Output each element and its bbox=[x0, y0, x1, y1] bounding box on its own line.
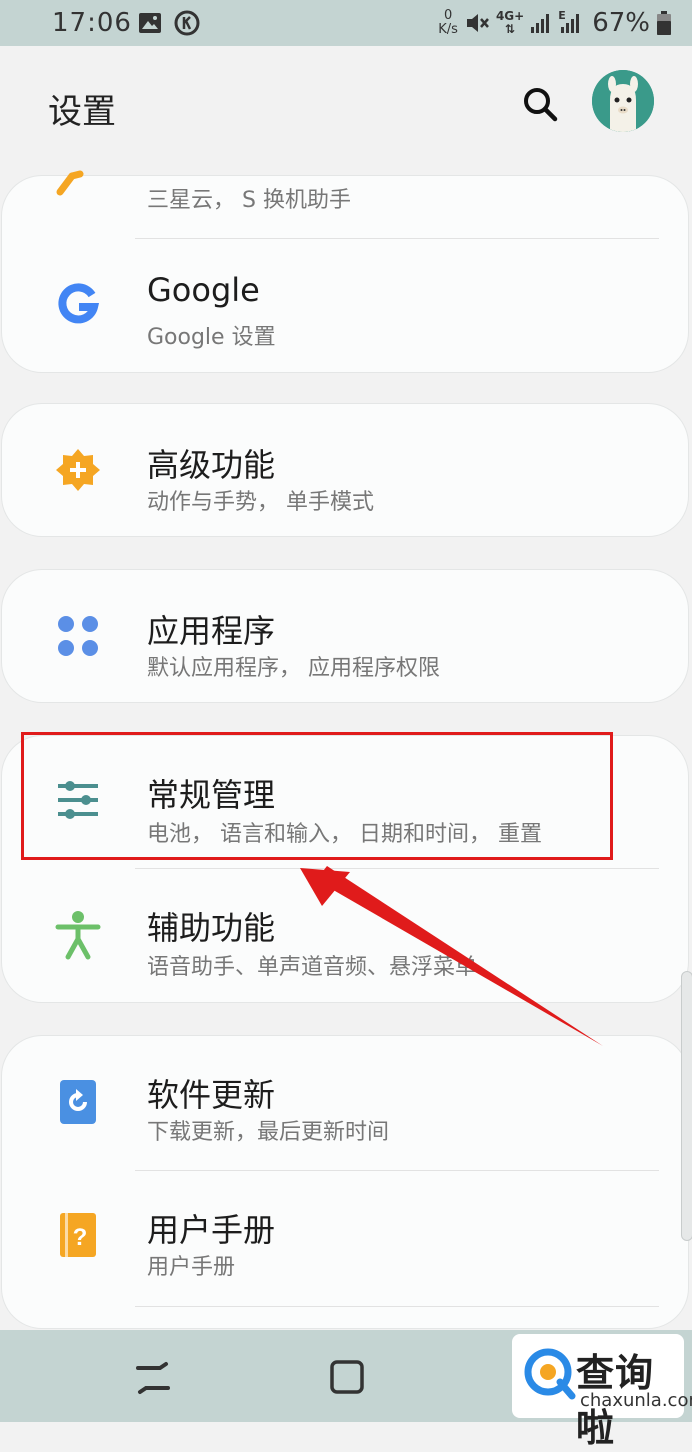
settings-row-apps-subtitle: 默认应用程序， 应用程序权限 bbox=[147, 656, 440, 681]
apps-icon bbox=[58, 616, 98, 656]
google-icon bbox=[58, 283, 100, 324]
alpaca-avatar-icon[interactable] bbox=[592, 70, 654, 132]
home-button-icon[interactable] bbox=[330, 1360, 364, 1394]
settings-row-google-subtitle: Google 设置 bbox=[147, 325, 276, 350]
settings-row-accessibility-subtitle: 语音助手、单声道音频、悬浮菜单 bbox=[147, 955, 478, 980]
network-speed-value: 0 bbox=[443, 8, 453, 23]
settings-card-accounts: 三星云， S 换机助手 Google Google 设置 bbox=[2, 170, 688, 372]
watermark-domain: chaxunla.com bbox=[580, 1390, 692, 1411]
settings-row-user-manual-title: 用户手册 bbox=[147, 1211, 276, 1249]
settings-row-advanced-title: 高级功能 bbox=[147, 446, 276, 484]
battery-percent: 67% bbox=[592, 8, 650, 38]
settings-row-google-title: Google bbox=[147, 271, 260, 309]
network-speed-unit: K/s bbox=[438, 22, 458, 37]
settings-row-google[interactable]: Google Google 设置 bbox=[2, 239, 688, 372]
manual-icon: ? bbox=[60, 1213, 96, 1257]
settings-row-cloud[interactable]: 三星云， S 换机助手 bbox=[2, 170, 688, 238]
watermark: 查询啦 chaxunla.com bbox=[512, 1334, 692, 1450]
account-avatar[interactable] bbox=[592, 70, 654, 132]
page-title: 设置 bbox=[48, 92, 116, 132]
key-icon bbox=[56, 170, 84, 196]
network-speed: 0 K/s bbox=[438, 9, 458, 37]
settings-card-advanced: 高级功能 动作与手势， 单手模式 bbox=[2, 404, 688, 536]
status-bar: 17:06 0 K/s 4G+ ⇅ E 67% bbox=[0, 0, 692, 46]
signal-icon bbox=[531, 14, 550, 33]
k-app-icon bbox=[174, 10, 200, 36]
highlight-box bbox=[21, 732, 613, 860]
settings-row-accessibility[interactable]: 辅助功能 语音助手、单声道音频、悬浮菜单 bbox=[2, 869, 688, 1002]
gallery-icon bbox=[139, 13, 161, 33]
settings-row-software-update[interactable]: 软件更新 下载更新，最后更新时间 bbox=[2, 1036, 688, 1170]
settings-row-cloud-subtitle: 三星云， S 换机助手 bbox=[147, 188, 351, 213]
settings-card-apps: 应用程序 默认应用程序， 应用程序权限 bbox=[2, 570, 688, 702]
settings-row-advanced[interactable]: 高级功能 动作与手势， 单手模式 bbox=[2, 404, 688, 536]
update-icon bbox=[60, 1080, 96, 1124]
search-icon[interactable] bbox=[518, 82, 562, 126]
signal2-icon bbox=[561, 14, 580, 33]
accessibility-icon bbox=[55, 911, 101, 960]
watermark-logo-icon bbox=[524, 1348, 576, 1400]
settings-row-user-manual-subtitle: 用户手册 bbox=[147, 1255, 236, 1280]
settings-row-apps-title: 应用程序 bbox=[147, 612, 276, 650]
svg-text:?: ? bbox=[73, 1224, 88, 1251]
settings-row-apps[interactable]: 应用程序 默认应用程序， 应用程序权限 bbox=[2, 570, 688, 702]
settings-card-support: 软件更新 下载更新，最后更新时间 ? 用户手册 用户手册 bbox=[2, 1036, 688, 1328]
network-type: 4G+ ⇅ bbox=[496, 10, 524, 36]
recent-apps-icon[interactable] bbox=[132, 1360, 174, 1396]
status-left-icons bbox=[138, 10, 200, 36]
mute-icon bbox=[466, 14, 489, 32]
settings-row-accessibility-title: 辅助功能 bbox=[147, 909, 276, 947]
gear-plus-icon bbox=[56, 449, 100, 491]
data-arrows-icon: ⇅ bbox=[505, 22, 516, 36]
app-bar: 设置 bbox=[0, 46, 692, 166]
search-button[interactable] bbox=[518, 82, 562, 126]
status-time: 17:06 bbox=[52, 8, 132, 38]
settings-row-user-manual[interactable]: ? 用户手册 用户手册 bbox=[2, 1171, 688, 1305]
status-right-icons: 0 K/s 4G+ ⇅ E 67% bbox=[438, 6, 672, 40]
settings-row-software-update-title: 软件更新 bbox=[147, 1076, 276, 1114]
signal2-group: E bbox=[558, 9, 582, 35]
battery-icon bbox=[657, 11, 671, 35]
settings-row-advanced-subtitle: 动作与手势， 单手模式 bbox=[147, 490, 374, 515]
divider bbox=[135, 1306, 659, 1307]
settings-row-software-update-subtitle: 下载更新，最后更新时间 bbox=[147, 1120, 390, 1145]
scrollbar[interactable] bbox=[682, 972, 692, 1240]
